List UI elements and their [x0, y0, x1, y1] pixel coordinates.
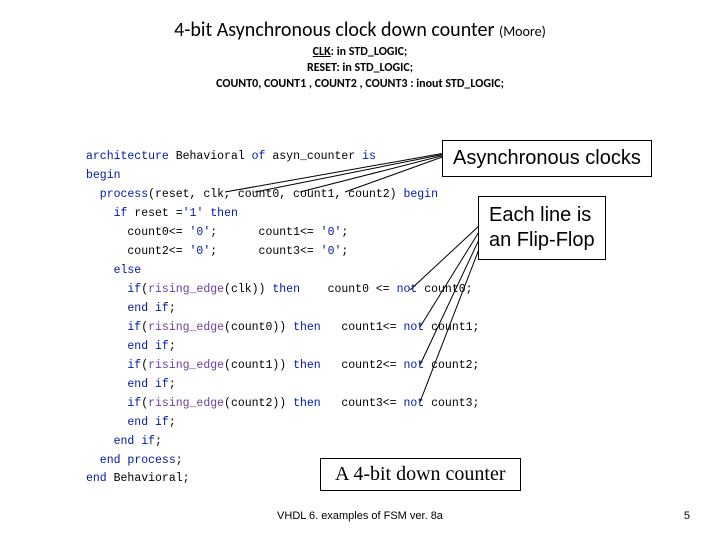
slide: 4-bit Asynchronous clock down counter (M… [0, 0, 720, 540]
callout-flip-flop: Each line is an Flip-Flop [478, 196, 606, 260]
page-number: 5 [684, 510, 690, 522]
slide-title: 4-bit Asynchronous clock down counter (M… [0, 18, 720, 42]
title-moore: (Moore) [499, 23, 546, 40]
vhdl-code: architecture Behavioral of asyn_counter … [86, 148, 426, 489]
port-clk: CLK: in STD_LOGIC; [0, 44, 720, 60]
slide-footer: VHDL 6. examples of FSM ver. 8a [0, 510, 720, 522]
title-main: 4-bit Asynchronous clock down counter [174, 18, 499, 42]
callout-4bit-counter: A 4-bit down counter [320, 458, 521, 491]
port-counts: COUNT0, COUNT1 , COUNT2 , COUNT3 : inout… [0, 76, 720, 92]
port-reset: RESET: in STD_LOGIC; [0, 60, 720, 76]
port-declarations: CLK: in STD_LOGIC; RESET: in STD_LOGIC; … [0, 44, 720, 93]
callout-async-clocks: Asynchronous clocks [442, 140, 652, 177]
